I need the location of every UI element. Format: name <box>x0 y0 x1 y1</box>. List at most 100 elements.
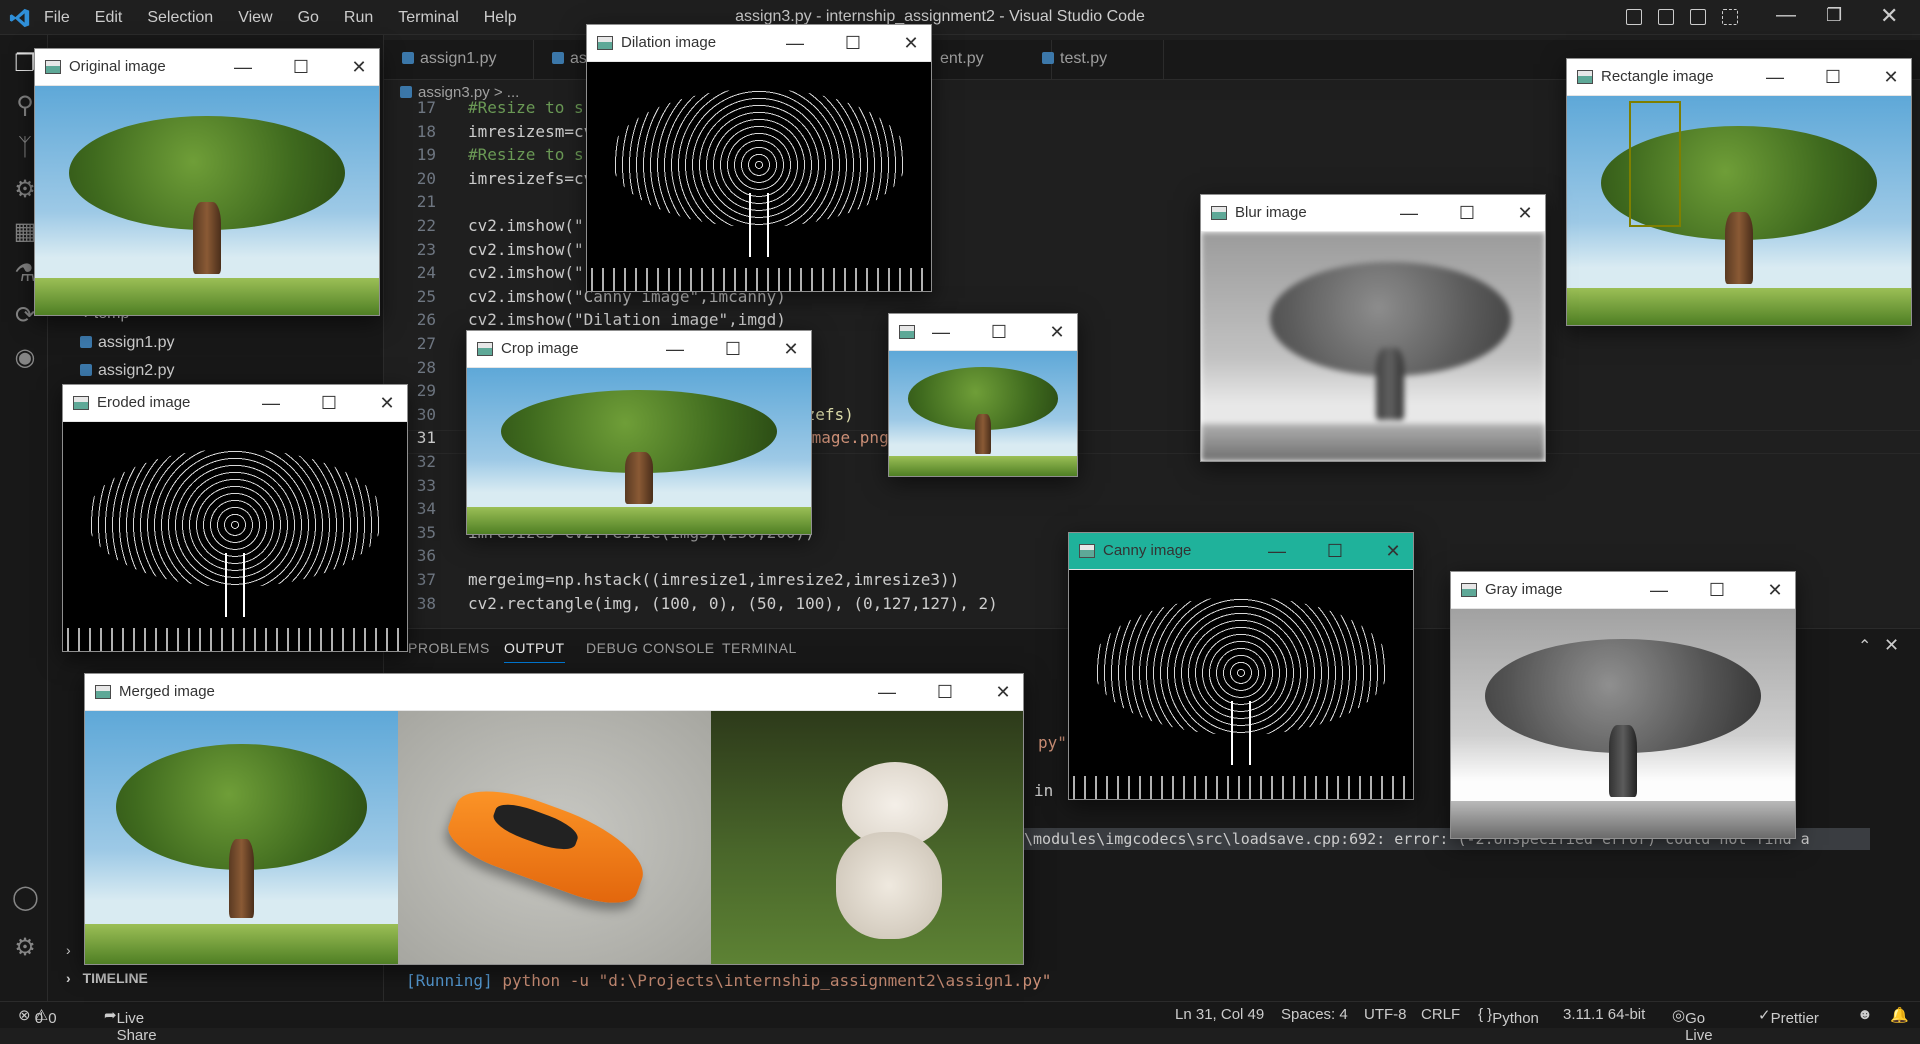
tab-test[interactable]: test.py <box>1024 40 1164 80</box>
minimize-icon[interactable]: — <box>1265 539 1289 563</box>
problems-status[interactable]: ⊗ 0 ⚠ 0 <box>18 1006 57 1027</box>
minimize-icon[interactable]: — <box>783 31 807 55</box>
close-icon[interactable]: ✕ <box>1381 539 1405 563</box>
tab-problems[interactable]: PROBLEMS <box>408 640 490 656</box>
window-original-image[interactable]: Original image — ☐ ✕ <box>34 48 380 316</box>
menu-view[interactable]: View <box>238 9 272 27</box>
eol-status[interactable]: CRLF <box>1421 1006 1460 1023</box>
menu-edit[interactable]: Edit <box>95 9 123 27</box>
window-image <box>63 422 407 651</box>
window-titlebar[interactable]: Crop image — ☐ ✕ <box>467 331 811 368</box>
toggle-panel-icon[interactable] <box>1658 9 1674 25</box>
notifications-bell-icon[interactable]: 🔔 <box>1890 1006 1909 1024</box>
tab-terminal[interactable]: TERMINAL <box>722 640 797 656</box>
close-icon[interactable]: ✕ <box>1513 201 1537 225</box>
close-icon[interactable]: ✕ <box>1763 578 1787 602</box>
cursor-position[interactable]: Ln 31, Col 49 <box>1175 1006 1264 1023</box>
minimize-icon[interactable]: — <box>1647 578 1671 602</box>
tree-trunk <box>193 201 221 274</box>
grass <box>85 923 399 964</box>
indentation-status[interactable]: Spaces: 4 <box>1281 1006 1348 1023</box>
minimize-icon[interactable]: — <box>875 680 899 704</box>
window-titlebar[interactable]: Eroded image — ☐ ✕ <box>63 385 407 422</box>
maximize-icon[interactable]: ☐ <box>841 31 865 55</box>
minimize-icon[interactable]: — <box>231 55 255 79</box>
window-blur-image[interactable]: Blur image — ☐ ✕ <box>1200 194 1546 462</box>
minimize-icon[interactable]: — <box>929 320 953 344</box>
window-titlebar[interactable]: Dilation image — ☐ ✕ <box>587 25 931 62</box>
accounts-icon[interactable]: ◯ <box>12 885 39 911</box>
window-small-image[interactable]: — ☐ ✕ <box>888 313 1078 477</box>
menu-selection[interactable]: Selection <box>147 9 213 27</box>
prettier-status[interactable]: ✓ Prettier <box>1758 1006 1819 1027</box>
window-titlebar[interactable]: — ☐ ✕ <box>889 314 1077 351</box>
menu-help[interactable]: Help <box>484 9 517 27</box>
close-icon[interactable]: ✕ <box>779 337 803 361</box>
app-window-icon <box>899 325 915 339</box>
go-live-button[interactable]: ◎ Go Live <box>1672 1006 1713 1044</box>
window-titlebar[interactable]: Gray image — ☐ ✕ <box>1451 572 1795 609</box>
maximize-icon[interactable]: ☐ <box>317 391 341 415</box>
window-canny-image[interactable]: Canny image — ☐ ✕ <box>1068 532 1414 800</box>
window-gray-image[interactable]: Gray image — ☐ ✕ <box>1450 571 1796 839</box>
live-share-status[interactable]: ➦ Live Share <box>104 1006 157 1044</box>
minimize-icon[interactable]: — <box>1776 4 1796 27</box>
menu-run[interactable]: Run <box>344 9 373 27</box>
window-titlebar[interactable]: Canny image — ☐ ✕ <box>1069 533 1413 570</box>
github-icon[interactable]: ◉ <box>12 345 38 371</box>
window-eroded-image[interactable]: Eroded image — ☐ ✕ <box>62 384 408 652</box>
maximize-icon[interactable]: ☐ <box>1323 539 1347 563</box>
close-icon[interactable]: ✕ <box>899 31 923 55</box>
close-panel-icon[interactable]: ✕ <box>1884 635 1899 656</box>
minimize-icon[interactable]: — <box>1397 201 1421 225</box>
language-mode[interactable]: { } Python <box>1478 1006 1539 1027</box>
window-title: Merged image <box>119 683 215 700</box>
window-dilation-image[interactable]: Dilation image — ☐ ✕ <box>586 24 932 292</box>
close-icon[interactable]: ✕ <box>375 391 399 415</box>
close-icon[interactable]: ✕ <box>991 680 1015 704</box>
close-icon[interactable]: ✕ <box>347 55 371 79</box>
toggle-sidebar-icon[interactable] <box>1626 9 1642 25</box>
maximize-icon[interactable]: ☐ <box>1705 578 1729 602</box>
minimize-icon[interactable]: — <box>259 391 283 415</box>
copilot-icon[interactable]: ☻ <box>1857 1006 1873 1023</box>
close-icon[interactable]: ✕ <box>1879 65 1903 89</box>
customize-layout-icon[interactable] <box>1722 9 1738 25</box>
tab-debug-console[interactable]: DEBUG CONSOLE <box>586 640 715 656</box>
maximize-icon[interactable]: ☐ <box>1455 201 1479 225</box>
window-crop-image[interactable]: Crop image — ☐ ✕ <box>466 330 812 535</box>
maximize-icon[interactable]: ☐ <box>1821 65 1845 89</box>
tab-output[interactable]: OUTPUT <box>504 640 565 663</box>
close-icon[interactable]: ✕ <box>1880 3 1898 29</box>
timeline-section[interactable]: › TIMELINE <box>66 970 148 986</box>
maximize-icon[interactable]: ☐ <box>289 55 313 79</box>
line-number: 26 <box>416 310 436 330</box>
window-titlebar[interactable]: Rectangle image — ☐ ✕ <box>1567 59 1911 96</box>
window-titlebar[interactable]: Original image — ☐ ✕ <box>35 49 379 86</box>
minimize-icon[interactable]: — <box>1763 65 1787 89</box>
menu-file[interactable]: File <box>44 9 70 27</box>
grass <box>1451 801 1795 838</box>
maximize-icon[interactable]: ☐ <box>987 320 1011 344</box>
maximize-panel-icon[interactable]: ⌃ <box>1858 636 1871 656</box>
menu-terminal[interactable]: Terminal <box>398 9 458 27</box>
code-line: #Resize to s <box>468 98 584 117</box>
restore-icon[interactable]: ❐ <box>1826 5 1842 26</box>
close-icon[interactable]: ✕ <box>1045 320 1069 344</box>
chevron-right-icon[interactable]: › <box>66 942 71 958</box>
minimize-icon[interactable]: — <box>663 337 687 361</box>
file-item-assign2[interactable]: assign2.py <box>80 362 175 380</box>
window-titlebar[interactable]: Blur image — ☐ ✕ <box>1201 195 1545 232</box>
maximize-icon[interactable]: ☐ <box>933 680 957 704</box>
window-rectangle-image[interactable]: Rectangle image — ☐ ✕ <box>1566 58 1912 326</box>
maximize-icon[interactable]: ☐ <box>721 337 745 361</box>
window-merged-image[interactable]: Merged image — ☐ ✕ <box>84 673 1024 965</box>
tab-assign1[interactable]: assign1.py <box>384 40 534 80</box>
toggle-secondary-sidebar-icon[interactable] <box>1690 9 1706 25</box>
window-titlebar[interactable]: Merged image — ☐ ✕ <box>85 674 1023 711</box>
interpreter-status[interactable]: 3.11.1 64-bit <box>1563 1006 1645 1023</box>
encoding-status[interactable]: UTF-8 <box>1364 1006 1407 1023</box>
menu-go[interactable]: Go <box>298 9 319 27</box>
manage-gear-icon[interactable]: ⚙ <box>12 935 38 961</box>
file-item-assign1[interactable]: assign1.py <box>80 334 175 352</box>
